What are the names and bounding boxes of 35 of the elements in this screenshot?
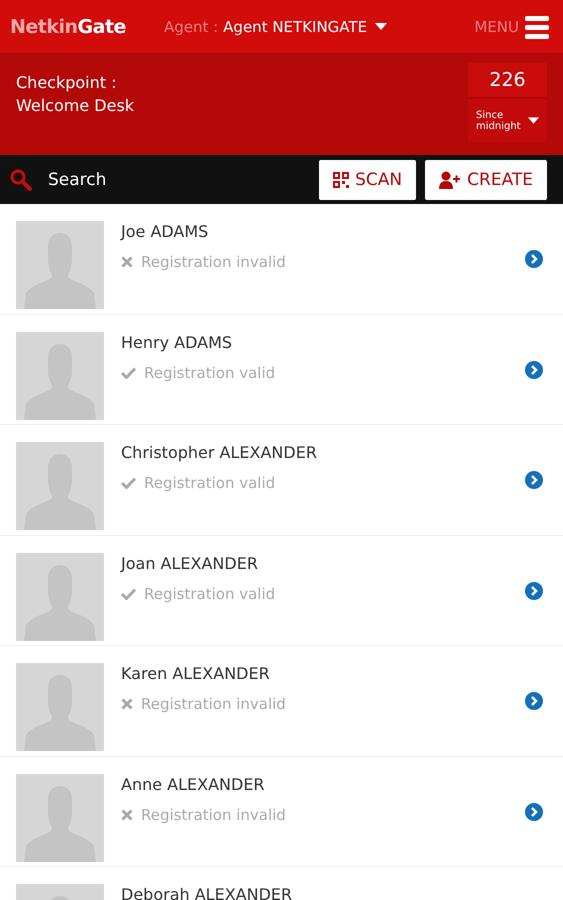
add-person-icon xyxy=(439,170,462,188)
visitor-count: 226 xyxy=(468,63,547,97)
registration-status: Registration valid xyxy=(144,474,276,492)
caret-icon xyxy=(375,22,388,30)
registration-status: Registration invalid xyxy=(141,695,286,713)
person-name: Joan ALEXANDER xyxy=(121,554,259,572)
search-icon xyxy=(10,168,32,190)
registration-status: Registration invalid xyxy=(141,806,286,824)
agent-dropdown[interactable]: Agent NETKINGATE xyxy=(223,18,388,36)
period-dropdown[interactable]: Since midnight xyxy=(468,99,547,143)
app-logo: NetkinGate xyxy=(10,16,126,38)
qr-code-icon xyxy=(333,172,350,188)
scan-button[interactable]: SCAN xyxy=(319,160,416,200)
chevron-circle-icon[interactable] xyxy=(525,250,543,268)
agent-label: Agent : xyxy=(164,18,218,36)
create-button[interactable]: CREATE xyxy=(425,160,547,200)
registration-status: Registration invalid xyxy=(141,253,286,271)
person-name: Joe ADAMS xyxy=(121,222,210,241)
registration-status: Registration valid xyxy=(144,584,276,602)
menu-icon xyxy=(525,14,549,38)
chevron-circle-icon[interactable] xyxy=(525,582,543,600)
caret-icon xyxy=(528,117,539,125)
person-name: Deborah ALEXANDER xyxy=(121,885,294,900)
registration-status: Registration valid xyxy=(144,364,276,382)
person-name: Christopher ALEXANDER xyxy=(121,443,318,462)
checkpoint-label: Checkpoint : xyxy=(16,72,118,94)
chevron-circle-icon[interactable] xyxy=(525,360,543,379)
chevron-circle-icon[interactable] xyxy=(525,471,543,490)
chevron-circle-icon[interactable] xyxy=(525,802,543,821)
person-name: Henry ADAMS xyxy=(121,332,234,352)
search-field[interactable]: Search xyxy=(46,168,200,190)
person-name: Anne ALEXANDER xyxy=(121,774,266,794)
chevron-circle-icon[interactable] xyxy=(525,692,543,710)
checkpoint-name: Welcome Desk xyxy=(16,95,134,117)
person-name: Karen ALEXANDER xyxy=(121,664,271,683)
